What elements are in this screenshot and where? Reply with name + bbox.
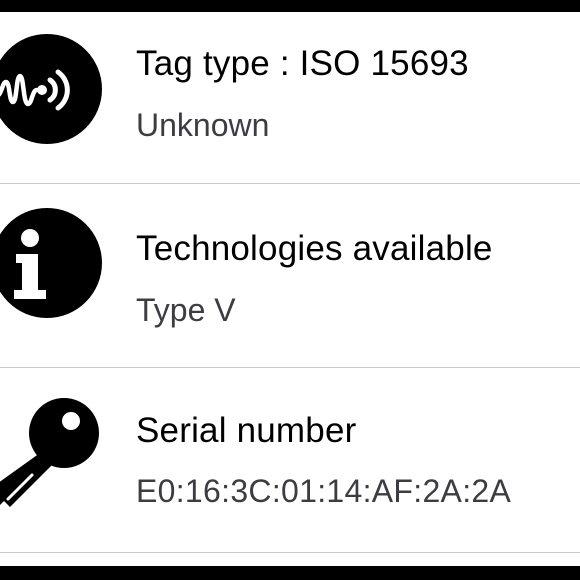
row-title: Technologies available	[136, 229, 493, 268]
row-subtitle: Type V	[136, 292, 236, 328]
key-icon	[0, 395, 102, 507]
nfc-tag-icon	[0, 34, 102, 144]
divider	[0, 367, 580, 368]
list-item-tag-type[interactable]: Tag type : ISO 15693 Unknown	[0, 12, 580, 183]
divider	[0, 183, 580, 184]
tag-info-list: Tag type : ISO 15693 Unknown Technologie…	[0, 12, 580, 566]
divider	[0, 552, 580, 553]
info-icon	[0, 208, 102, 318]
row-title: Serial number	[136, 411, 357, 450]
row-title: Tag type : ISO 15693	[136, 44, 469, 83]
list-item-technologies[interactable]: Technologies available Type V	[0, 185, 580, 356]
screen: Tag type : ISO 15693 Unknown Technologie…	[0, 0, 580, 580]
row-subtitle: Unknown	[136, 107, 270, 143]
row-subtitle: E0:16:3C:01:14:AF:2A:2A	[136, 473, 512, 509]
list-item-serial-number[interactable]: Serial number E0:16:3C:01:14:AF:2A:2A	[0, 369, 580, 540]
